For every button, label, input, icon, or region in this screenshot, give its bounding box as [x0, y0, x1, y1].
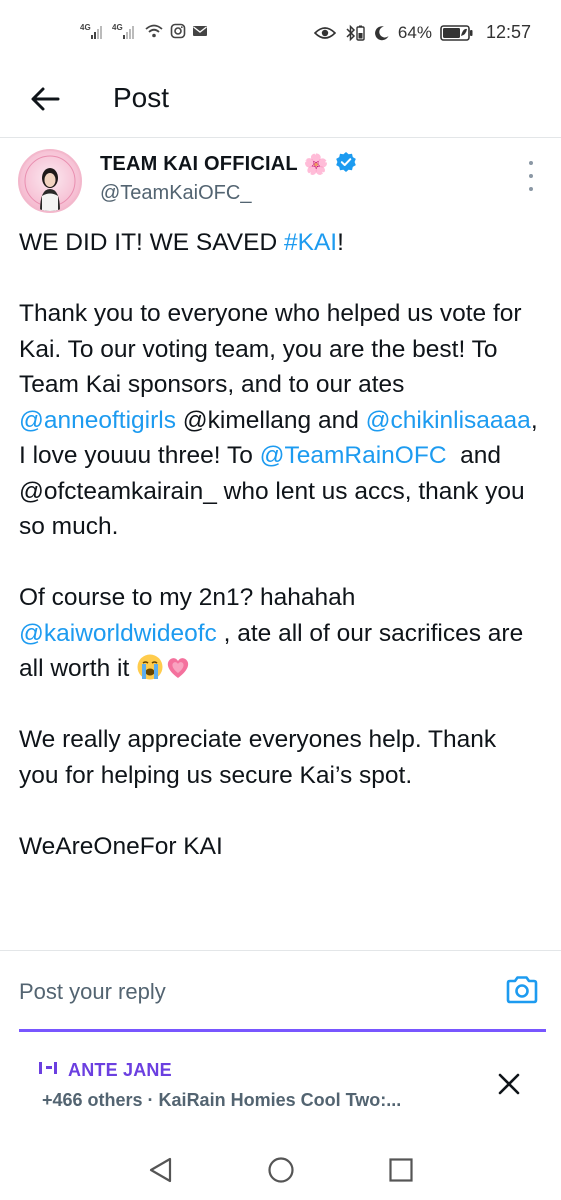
text-span: Thank you to everyone who helped us vote… — [19, 300, 522, 398]
circle-home-icon — [268, 1157, 294, 1183]
reply-bar — [0, 950, 561, 1032]
author-name: TEAM KAI OFFICIAL — [100, 153, 298, 175]
close-button[interactable] — [495, 1070, 523, 1098]
camera-button[interactable] — [505, 975, 539, 1009]
nav-back-button[interactable] — [146, 1155, 176, 1185]
post-text: WE DID IT! WE SAVED #KAI! Thank you to e… — [19, 225, 539, 864]
status-time: 12:57 — [485, 22, 531, 42]
text-span: @kimellang and — [175, 406, 366, 434]
eye-icon — [313, 26, 336, 40]
triangle-back-icon — [149, 1157, 172, 1183]
space-docked-bar[interactable]: ANTE JANE +466 others · KaiRain Homies C… — [0, 1032, 561, 1132]
back-button[interactable] — [28, 82, 62, 116]
text-span: WE DID IT! WE SAVED — [19, 229, 284, 256]
arrow-left-icon — [31, 87, 60, 111]
post-paragraph: We really appreciate everyones help. Tha… — [19, 726, 497, 789]
dot — [529, 187, 533, 191]
post-paragraph: WeAreOneFor KAI — [19, 832, 223, 860]
wifi-icon — [144, 23, 164, 39]
signal-icon: 4G — [112, 22, 138, 40]
square-recents-icon — [389, 1158, 413, 1182]
svg-text:4G: 4G — [112, 23, 123, 32]
nav-home-button[interactable] — [266, 1155, 296, 1185]
hashtag-link[interactable]: #KAI — [284, 229, 337, 256]
text-span: Of course to my 2n1? hahahah — [19, 584, 356, 611]
battery-percent: 64% — [397, 22, 432, 42]
post-paragraph: Of course to my 2n1? hahahah @kaiworldwi… — [19, 580, 539, 687]
audio-wave-icon — [38, 1059, 60, 1082]
status-bar-right: 64% 12:57 — [313, 22, 531, 43]
signal-icon: 4G — [80, 22, 106, 40]
camera-icon — [506, 976, 538, 1004]
space-host-name: ANTE JANE — [68, 1060, 172, 1080]
battery-icon — [440, 24, 474, 42]
more-options-button[interactable] — [523, 161, 539, 191]
status-bar-left: 4G 4G — [80, 22, 208, 40]
verified-badge-icon — [335, 151, 357, 178]
close-icon — [498, 1073, 520, 1095]
growing-heart-icon — [164, 653, 192, 681]
mention-link[interactable]: @chikinlisaaaa — [366, 407, 531, 434]
author-handle: @TeamKaiOFC_ — [100, 182, 252, 204]
status-bar: 4G 4G 64% 12:57 — [0, 0, 561, 62]
nav-recents-button[interactable] — [386, 1155, 416, 1185]
flower-icon: 🌸 — [303, 154, 329, 176]
post-paragraph: WE DID IT! WE SAVED #KAI! — [19, 225, 539, 261]
mention-link[interactable]: @anneoftigirls — [19, 407, 176, 434]
page-title: Post — [113, 82, 170, 113]
crying-face-icon — [136, 653, 164, 681]
space-subtitle: +466 others · KaiRain Homies Cool Two:..… — [42, 1090, 402, 1110]
mention-link[interactable]: @TeamRainOFC — [260, 442, 447, 469]
post-author[interactable]: TEAM KAI OFFICIAL 🌸 @TeamKaiOFC_ — [100, 151, 357, 205]
top-app-bar: Post — [0, 62, 561, 138]
space-host: ANTE JANE — [38, 1059, 172, 1082]
dot — [529, 161, 533, 165]
post-paragraph: Thank you to everyone who helped us vote… — [19, 296, 539, 545]
svg-text:4G: 4G — [80, 23, 91, 32]
reply-input[interactable] — [19, 979, 459, 1005]
instagram-icon — [170, 23, 186, 39]
dot — [529, 174, 533, 178]
avatar[interactable] — [18, 149, 82, 213]
text-span: ! — [337, 229, 344, 256]
moon-icon — [374, 25, 390, 41]
bluetooth-battery-icon — [344, 24, 366, 42]
mention-link[interactable]: @kaiworldwideofc — [19, 620, 217, 647]
mail-icon — [192, 24, 208, 38]
system-nav-bar — [0, 1135, 561, 1200]
